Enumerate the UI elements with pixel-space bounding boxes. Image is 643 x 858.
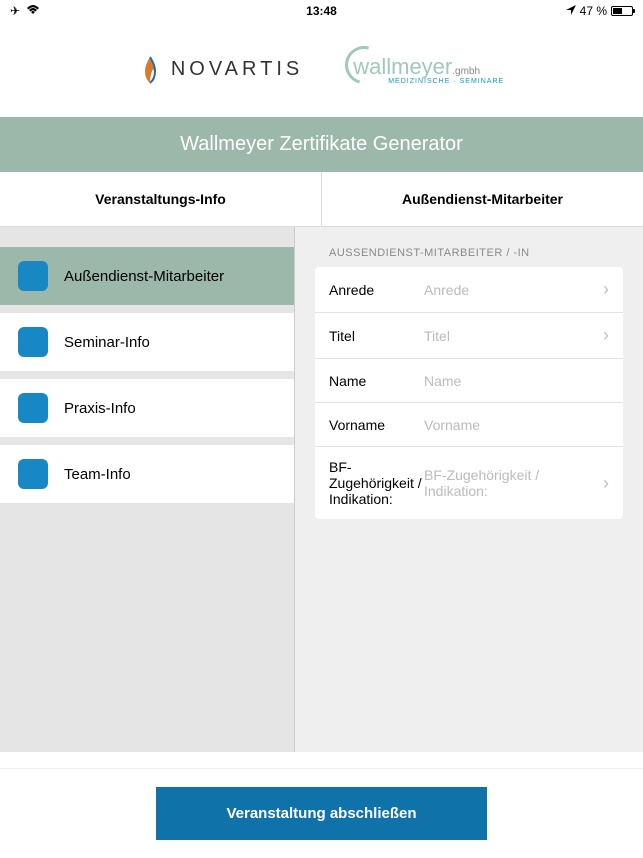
sidebar-icon xyxy=(18,261,48,291)
form-row-anrede[interactable]: Anrede Anrede › xyxy=(315,267,623,313)
form-placeholder: Name xyxy=(424,373,609,389)
chevron-right-icon: › xyxy=(603,473,609,494)
title-banner: Wallmeyer Zertifikate Generator xyxy=(0,117,643,172)
wallmeyer-logo: wallmeyer.gmbh MEDIZINISCHE · SEMINARE xyxy=(353,54,504,85)
form-placeholder: BF-Zugehörigkeit / Indikation: xyxy=(424,467,597,499)
tab-label: Veranstaltungs-Info xyxy=(95,191,226,207)
battery-percent: 47 % xyxy=(580,4,607,18)
sidebar-item-praxis[interactable]: Praxis-Info xyxy=(0,379,294,437)
tab-veranstaltungs-info[interactable]: Veranstaltungs-Info xyxy=(0,172,322,226)
content: Außendienst-Mitarbeiter Seminar-Info Pra… xyxy=(0,227,643,752)
sidebar-item-seminar[interactable]: Seminar-Info xyxy=(0,313,294,371)
form-group: Anrede Anrede › Titel Titel › Name Name … xyxy=(315,267,623,519)
form-label: Titel xyxy=(329,328,424,344)
form-label: Anrede xyxy=(329,282,424,298)
sidebar-icon xyxy=(18,393,48,423)
form-row-titel[interactable]: Titel Titel › xyxy=(315,313,623,359)
battery-icon xyxy=(611,6,633,16)
form-placeholder: Vorname xyxy=(424,417,609,433)
sidebar-item-label: Praxis-Info xyxy=(64,400,136,417)
form-label: Name xyxy=(329,373,424,389)
form-placeholder: Titel xyxy=(424,328,597,344)
wallmeyer-name: wallmeyer xyxy=(353,54,452,79)
airplane-icon: ✈ xyxy=(10,4,20,18)
form-label: Vorname xyxy=(329,417,424,433)
form-label: BF-Zugehörigkeit / Indikation: xyxy=(329,459,424,507)
status-bar: ✈ 13:48 47 % xyxy=(0,0,643,22)
tabs: Veranstaltungs-Info Außendienst-Mitarbei… xyxy=(0,172,643,227)
submit-button[interactable]: Veranstaltung abschließen xyxy=(156,787,486,840)
location-icon xyxy=(566,4,576,18)
sidebar-item-aussendienst[interactable]: Außendienst-Mitarbeiter xyxy=(0,247,294,305)
sidebar-icon xyxy=(18,327,48,357)
sidebar-item-team[interactable]: Team-Info xyxy=(0,445,294,503)
sidebar: Außendienst-Mitarbeiter Seminar-Info Pra… xyxy=(0,227,295,752)
novartis-flame-icon xyxy=(139,55,161,85)
status-right: 47 % xyxy=(566,4,633,18)
sidebar-item-label: Team-Info xyxy=(64,466,131,483)
wallmeyer-gmbh: .gmbh xyxy=(452,66,480,77)
form-panel: AUSSENDIENST-MITARBEITER / -IN Anrede An… xyxy=(295,227,643,752)
sidebar-icon xyxy=(18,459,48,489)
form-row-name[interactable]: Name Name xyxy=(315,359,623,403)
submit-label: Veranstaltung abschließen xyxy=(226,805,416,822)
sidebar-item-label: Außendienst-Mitarbeiter xyxy=(64,268,224,285)
form-placeholder: Anrede xyxy=(424,282,597,298)
chevron-right-icon: › xyxy=(603,279,609,300)
wifi-icon xyxy=(26,4,40,18)
status-time: 13:48 xyxy=(306,4,337,18)
novartis-text: NOVARTIS xyxy=(171,58,303,81)
form-row-bf[interactable]: BF-Zugehörigkeit / Indikation: BF-Zugehö… xyxy=(315,447,623,519)
wallmeyer-text: wallmeyer.gmbh xyxy=(353,54,480,79)
wallmeyer-subtitle: MEDIZINISCHE · SEMINARE xyxy=(388,78,504,85)
bottom-bar: Veranstaltung abschließen xyxy=(0,768,643,858)
tab-label: Außendienst-Mitarbeiter xyxy=(402,191,563,207)
banner-title: Wallmeyer Zertifikate Generator xyxy=(180,133,463,155)
status-left: ✈ xyxy=(10,4,40,18)
chevron-right-icon: › xyxy=(603,325,609,346)
form-row-vorname[interactable]: Vorname Vorname xyxy=(315,403,623,447)
tab-aussendienst-mitarbeiter[interactable]: Außendienst-Mitarbeiter xyxy=(322,172,643,226)
form-section-header: AUSSENDIENST-MITARBEITER / -IN xyxy=(315,247,623,259)
sidebar-item-label: Seminar-Info xyxy=(64,334,150,351)
logo-area: NOVARTIS wallmeyer.gmbh MEDIZINISCHE · S… xyxy=(0,22,643,117)
novartis-logo: NOVARTIS xyxy=(139,55,303,85)
